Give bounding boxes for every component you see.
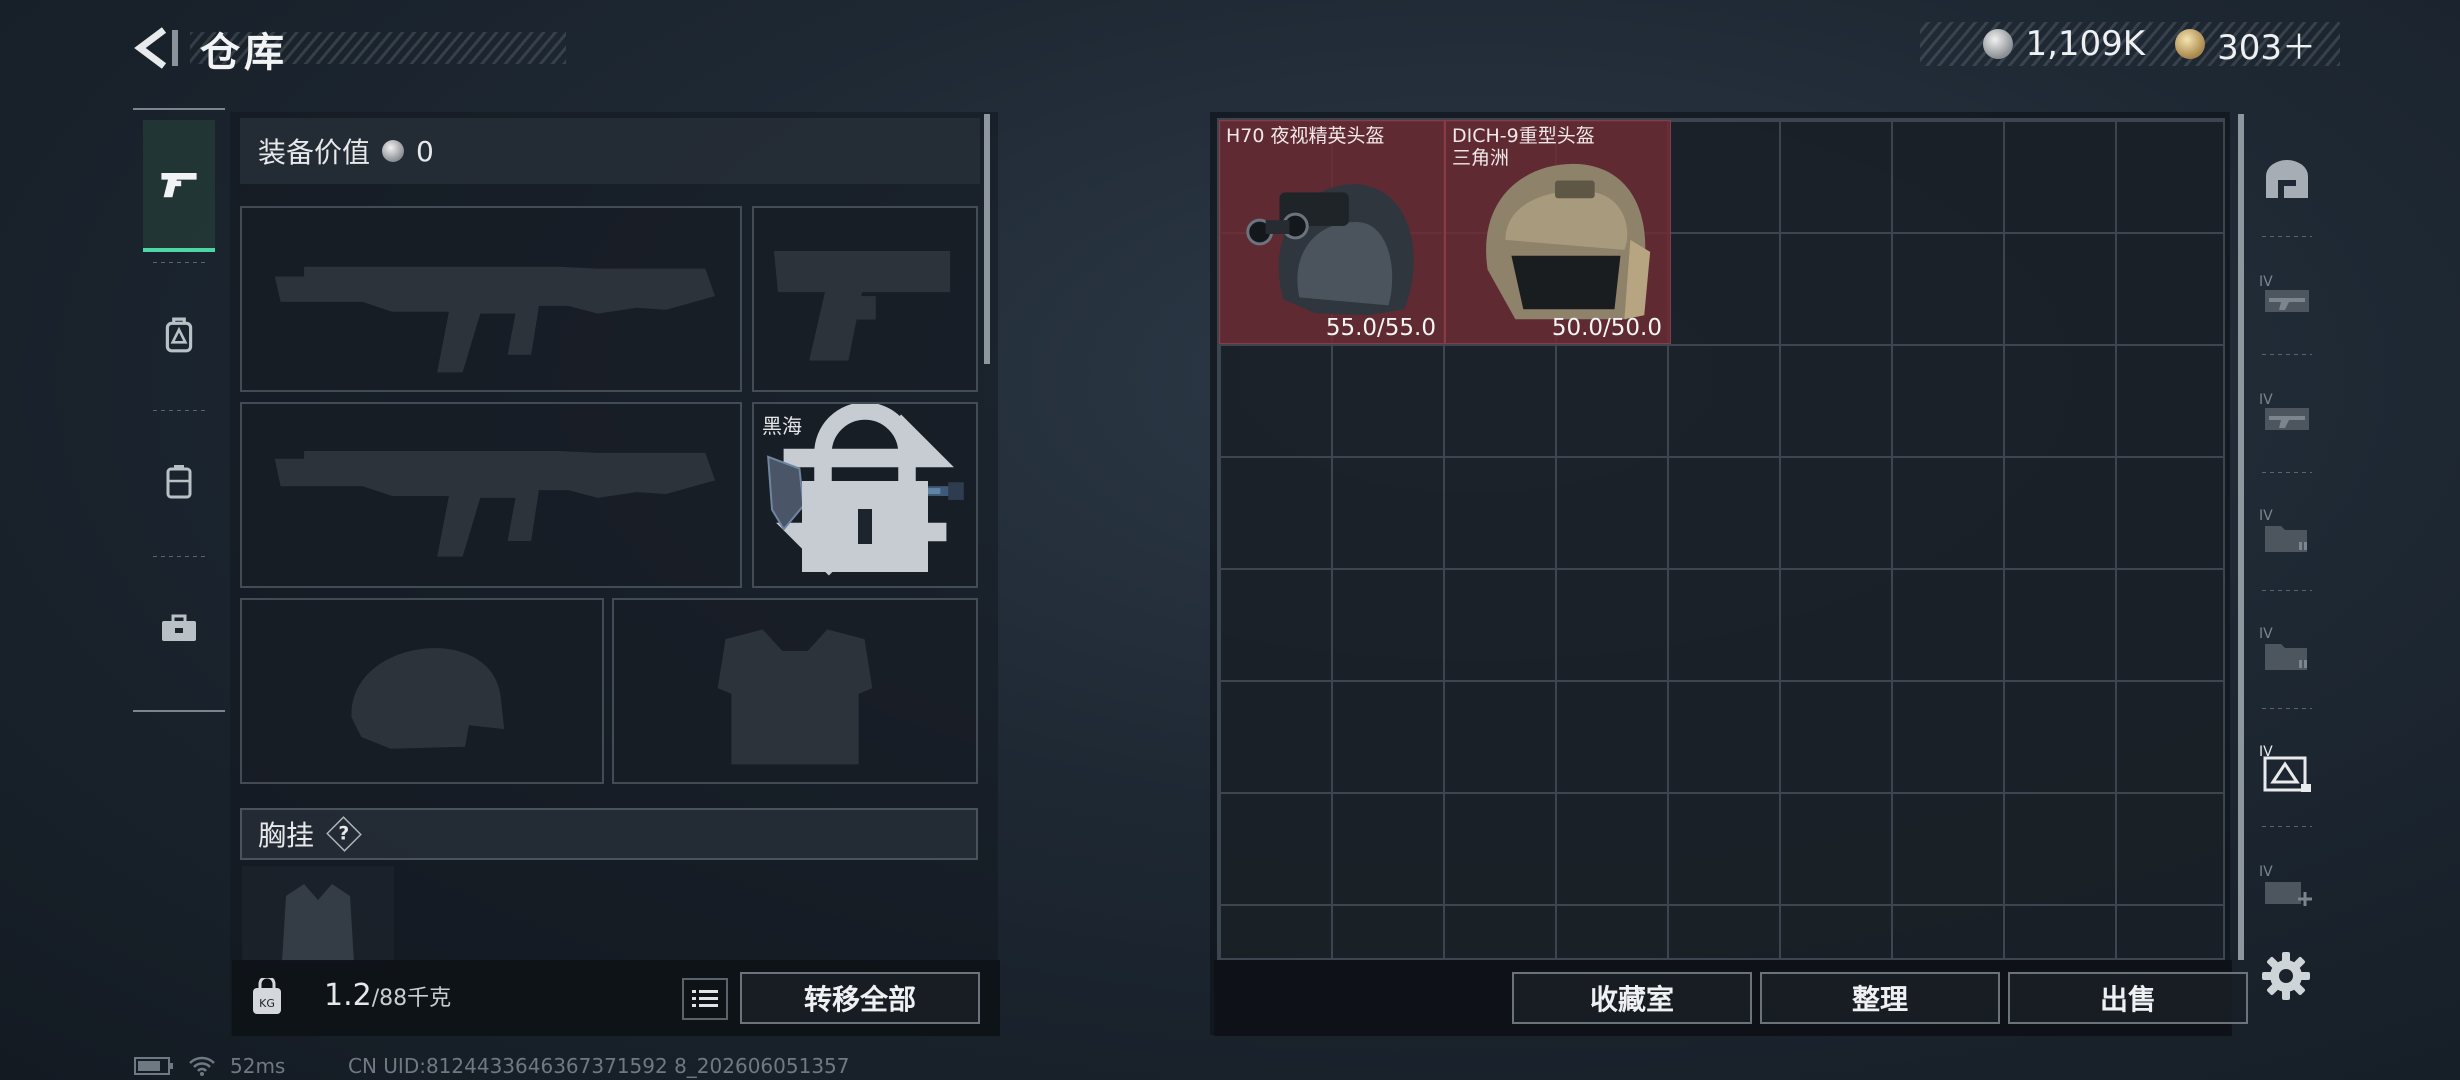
chest-rig-header: 胸挂 ?	[240, 808, 978, 860]
current-weight: 1.2	[324, 978, 372, 1013]
tab-divider	[2262, 354, 2312, 355]
page-title: 仓库	[200, 30, 288, 76]
storage-item[interactable]: DICH-9重型头盔 三角洲 50.0/50.0	[1445, 120, 1671, 344]
equipment-tab-strip	[133, 108, 225, 712]
tab-divider	[2262, 708, 2312, 709]
tab-divider	[2262, 590, 2312, 591]
equipment-value: 0	[416, 134, 434, 168]
back-button[interactable]	[130, 26, 182, 70]
user-uid: CN UID:8124433646367371592 8_20260605135…	[348, 1054, 850, 1078]
level-text: IV	[2259, 508, 2273, 524]
gear-case-icon: IV	[2259, 744, 2311, 792]
case-tab[interactable]	[143, 416, 215, 548]
chest-rig-label: 胸挂	[258, 819, 315, 852]
sidearm-slot[interactable]	[752, 206, 978, 392]
pistol-silhouette-icon	[774, 251, 951, 361]
storage-tab-strip: IV IV IV IV IV IV	[2248, 118, 2326, 960]
lock-icon	[802, 404, 928, 572]
chest-rig-slot[interactable]	[242, 866, 394, 970]
equipment-footer: KG 1.2/88千克 转移全部	[232, 960, 1000, 1036]
equipment-value-label: 装备价值	[258, 136, 371, 169]
chest-rig-silhouette-icon	[282, 884, 354, 962]
tab-divider	[153, 262, 205, 263]
item-durability: 50.0/50.0	[1551, 315, 1662, 341]
storage-main-tab[interactable]	[2248, 124, 2326, 236]
item-name: H70 夜视精英头盔	[1226, 125, 1385, 147]
night-vision-helmet-icon	[1246, 184, 1414, 316]
level-text: IV	[2259, 626, 2273, 642]
equipment-value-header: 装备价值 0	[240, 118, 980, 184]
storage-ext-4-tab[interactable]: IV	[2248, 592, 2326, 704]
gold-coin-icon	[2175, 29, 2206, 59]
body-armor-slot[interactable]	[612, 598, 978, 784]
primary-weapon-slot[interactable]	[240, 206, 742, 392]
weight-capacity: /88千克	[371, 986, 452, 1011]
currency-bar: 1,109K 303＋	[1920, 20, 2340, 69]
gear-icon	[2262, 952, 2310, 1000]
weapon-rack-icon: IV	[2259, 392, 2309, 430]
melee-slot[interactable]: 黑海	[752, 402, 978, 588]
rifle-silhouette-icon	[274, 266, 716, 373]
list-view-button[interactable]	[682, 978, 728, 1020]
settings-button[interactable]	[2260, 950, 2312, 1002]
storage-add-tab[interactable]: IV	[2248, 830, 2326, 942]
storage-ext-2-tab[interactable]: IV	[2248, 356, 2326, 468]
rifle-silhouette-icon	[274, 450, 716, 557]
silver-balance: 1,109K	[2025, 24, 2146, 64]
ping-value: 52ms	[230, 1054, 286, 1078]
level-text: IV	[2259, 864, 2273, 880]
storage-ext-1-tab[interactable]: IV	[2248, 238, 2326, 350]
add-storage-icon: IV	[2259, 864, 2312, 906]
organize-button[interactable]: 整理	[1760, 972, 2000, 1024]
backpack-icon	[165, 317, 193, 353]
pistol-icon	[161, 173, 197, 198]
storage-ext-5-tab[interactable]: IV	[2248, 712, 2326, 824]
storage-scrollbar[interactable]	[2238, 114, 2244, 960]
helmet-silhouette-icon	[351, 648, 505, 749]
svg-text:KG: KG	[259, 997, 275, 1010]
back-arrow-icon	[134, 27, 178, 69]
storage-grid[interactable]: H70 夜视精英头盔 55.0/55.0 DICH-9重型头盔 三角洲 50.0…	[1217, 118, 2225, 960]
equipment-scrollbar[interactable]	[984, 114, 990, 364]
transfer-all-button[interactable]: 转移全部	[740, 972, 980, 1024]
sell-button[interactable]: 出售	[2008, 972, 2248, 1024]
collection-room-button[interactable]: 收藏室	[1512, 972, 1752, 1024]
gold-balance[interactable]: 303＋	[2217, 20, 2316, 69]
silver-coin-icon	[382, 140, 405, 162]
silver-coin-icon	[1983, 29, 2014, 59]
list-icon	[692, 990, 718, 1007]
carry-weight: 1.2/88千克	[324, 978, 451, 1013]
help-icon: ?	[338, 823, 350, 845]
tab-divider	[2262, 236, 2312, 237]
storage-footer: 收藏室 整理 出售	[1214, 960, 2248, 1036]
tab-divider	[153, 556, 205, 557]
weapon-rack-icon: IV	[2259, 274, 2309, 312]
armor-silhouette-icon	[717, 629, 873, 765]
status-bar: 52ms	[134, 1054, 285, 1078]
case-icon	[166, 465, 192, 499]
level-text: IV	[2259, 392, 2273, 408]
tab-divider	[2262, 472, 2312, 473]
tab-divider	[2262, 826, 2312, 827]
vault-icon	[2266, 160, 2308, 198]
storage-item[interactable]: H70 夜视精英头盔 55.0/55.0	[1219, 120, 1445, 344]
weight-bag-icon: KG	[253, 978, 281, 1014]
storage-ext-3-tab[interactable]: IV	[2248, 474, 2326, 586]
item-durability: 55.0/55.0	[1325, 315, 1436, 341]
wifi-icon	[189, 1056, 215, 1076]
toolbox-icon	[162, 614, 196, 641]
toolbox-tab[interactable]	[143, 562, 215, 694]
backpack-tab[interactable]	[143, 270, 215, 402]
secondary-weapon-slot[interactable]	[240, 402, 742, 588]
folder-icon: IV	[2259, 626, 2307, 670]
folder-icon: IV	[2259, 508, 2307, 552]
level-text: IV	[2259, 274, 2273, 290]
weapon-tab[interactable]	[143, 120, 215, 252]
help-badge[interactable]: ?	[326, 816, 362, 852]
tab-divider	[153, 410, 205, 411]
battery-icon	[134, 1057, 173, 1075]
helmet-slot[interactable]	[240, 598, 604, 784]
item-name: DICH-9重型头盔 三角洲	[1452, 125, 1595, 169]
